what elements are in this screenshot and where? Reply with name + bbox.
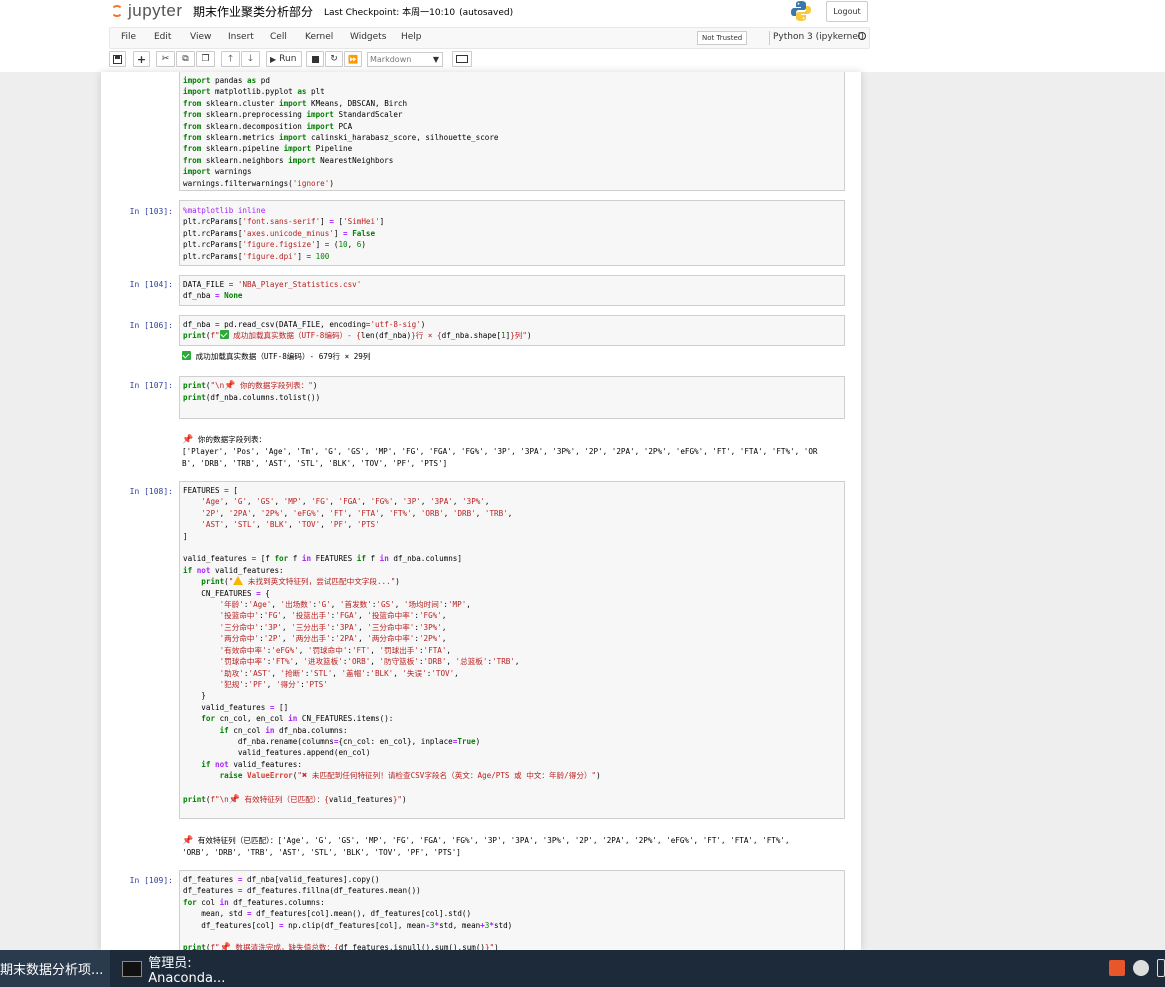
cell-type-value: Markdown: [370, 55, 412, 64]
check-icon: [182, 351, 191, 360]
menu-bar: File Edit View Insert Cell Kernel Widget…: [109, 27, 870, 49]
cut-button[interactable]: ✂: [156, 51, 175, 67]
move-down-button[interactable]: 🡓: [241, 51, 260, 67]
checkpoint-status: Last Checkpoint: 本周一10:10 (autosaved): [324, 5, 513, 18]
code-content: %matplotlib inline plt.rcParams['font.sa…: [183, 206, 385, 261]
restart-button[interactable]: ↻: [325, 51, 343, 67]
menu-kernel[interactable]: Kernel: [305, 32, 333, 42]
stop-icon: [311, 55, 319, 63]
taskbar-item-browser[interactable]: 期末数据分析项...: [0, 950, 110, 987]
code-cell-cleaning[interactable]: df_features = df_nba[valid_features].cop…: [179, 870, 845, 950]
system-tray: [1101, 958, 1165, 978]
run-button[interactable]: ▶ Run: [266, 51, 302, 67]
play-icon: ▶: [270, 54, 277, 64]
cell-output: 📌 你的数据字段列表： ['Player', 'Pos', 'Age', 'Tm…: [182, 435, 818, 468]
tray-app-icon[interactable]: [1109, 960, 1125, 976]
fast-forward-icon: ⏩: [348, 54, 358, 64]
menu-file[interactable]: File: [121, 32, 136, 42]
menu-view[interactable]: View: [190, 32, 211, 42]
trusted-indicator[interactable]: Not Trusted: [697, 31, 748, 45]
kernel-separator: [769, 31, 770, 45]
pin-icon: 📌: [182, 836, 194, 846]
copy-button[interactable]: ⧉: [176, 51, 195, 67]
arrow-down-icon: 🡓: [248, 54, 253, 64]
plus-icon: +: [136, 52, 147, 66]
code-cell-rcparams[interactable]: %matplotlib inline plt.rcParams['font.sa…: [179, 200, 845, 266]
taskbar-item-label: 期末数据分析项...: [0, 963, 104, 978]
arrow-up-icon: 🡑: [228, 54, 233, 64]
paste-icon: ❐: [201, 54, 210, 64]
code-content: DATA_FILE = 'NBA_Player_Statistics.csv' …: [183, 280, 362, 301]
notebook-title[interactable]: 期末作业聚类分析部分: [193, 3, 313, 20]
code-cell-datafile[interactable]: DATA_FILE = 'NBA_Player_Statistics.csv' …: [179, 275, 845, 306]
taskbar-item-label: 管理员: Anaconda...: [148, 955, 226, 986]
restart-run-all-button[interactable]: ⏩: [344, 51, 362, 67]
cell-output: 📌 有效特征列（已匹配）：['Age', 'G', 'GS', 'MP', 'F…: [182, 836, 790, 858]
code-content: import pandas as pd import matplotlib.py…: [183, 76, 499, 188]
run-label: Run: [279, 54, 297, 64]
kernel-name[interactable]: Python 3 (ipykernel): [773, 32, 864, 42]
interrupt-button[interactable]: [306, 51, 324, 67]
copy-icon: ⧉: [182, 54, 189, 64]
menu-help[interactable]: Help: [401, 32, 422, 42]
move-up-button[interactable]: 🡑: [221, 51, 240, 67]
python-logo-icon: [791, 1, 811, 21]
taskbar-item-anaconda[interactable]: 管理员: Anaconda...: [112, 950, 262, 987]
cell-prompt: In [104]:: [129, 280, 173, 289]
taskbar: 期末数据分析项... 管理员: Anaconda...: [0, 950, 1165, 987]
tray-pet-icon[interactable]: [1133, 960, 1149, 976]
menu-widgets[interactable]: Widgets: [350, 32, 386, 42]
code-content: df_nba = pd.read_csv(DATA_FILE, encoding…: [183, 320, 532, 341]
cell-prompt: In [106]:: [129, 321, 173, 330]
chevron-down-icon: ▼: [432, 55, 439, 64]
jupyter-logo-icon: [110, 3, 124, 19]
cell-prompt: In [107]:: [129, 381, 173, 390]
cell-type-select[interactable]: Markdown ▼: [367, 52, 443, 67]
cell-prompt: In [103]:: [129, 207, 173, 216]
code-content: FEATURES = [ 'Age', 'G', 'GS', 'MP', 'FG…: [183, 486, 601, 805]
insert-cell-button[interactable]: +: [133, 51, 150, 67]
tray-overflow-icon[interactable]: [1157, 959, 1165, 977]
cell-prompt: In [109]:: [129, 876, 173, 885]
autosave-status: (autosaved): [459, 8, 514, 18]
code-cell-columns[interactable]: print("\n📌 你的数据字段列表：") print(df_nba.colu…: [179, 376, 845, 419]
code-cell-readcsv[interactable]: df_nba = pd.read_csv(DATA_FILE, encoding…: [179, 315, 845, 346]
pin-icon: 📌: [182, 435, 194, 445]
cell-prompt: In [108]:: [129, 487, 173, 496]
code-cell-features[interactable]: FEATURES = [ 'Age', 'G', 'GS', 'MP', 'FG…: [179, 481, 845, 819]
command-palette-button[interactable]: [452, 51, 472, 67]
notebook-header: jupyter 期末作业聚类分析部分 Last Checkpoint: 本周一1…: [0, 0, 1165, 72]
kernel-idle-icon: [858, 32, 866, 40]
menu-cell[interactable]: Cell: [270, 32, 287, 42]
logout-button[interactable]: Logout: [826, 1, 868, 22]
cell-output: 成功加载真实数据（UTF-8编码）- 679行 × 29列: [182, 351, 370, 362]
menu-edit[interactable]: Edit: [154, 32, 171, 42]
terminal-icon: [122, 960, 143, 977]
save-icon: [113, 54, 122, 64]
paste-button[interactable]: ❐: [196, 51, 215, 67]
logo-text: jupyter: [128, 1, 183, 20]
checkpoint-text: Last Checkpoint: 本周一10:10: [324, 8, 456, 18]
save-button[interactable]: [109, 51, 126, 67]
code-content: print("\n📌 你的数据字段列表：") print(df_nba.colu…: [183, 381, 321, 403]
scissors-icon: ✂: [161, 54, 170, 64]
code-content: df_features = df_nba[valid_features].cop…: [183, 875, 513, 950]
code-cell-imports[interactable]: import pandas as pd import matplotlib.py…: [179, 72, 845, 191]
keyboard-icon: [456, 55, 468, 63]
restart-icon: ↻: [330, 54, 338, 64]
menu-insert[interactable]: Insert: [228, 32, 254, 42]
jupyter-logo[interactable]: jupyter: [110, 0, 183, 22]
notebook-container: import pandas as pd import matplotlib.py…: [101, 72, 861, 950]
